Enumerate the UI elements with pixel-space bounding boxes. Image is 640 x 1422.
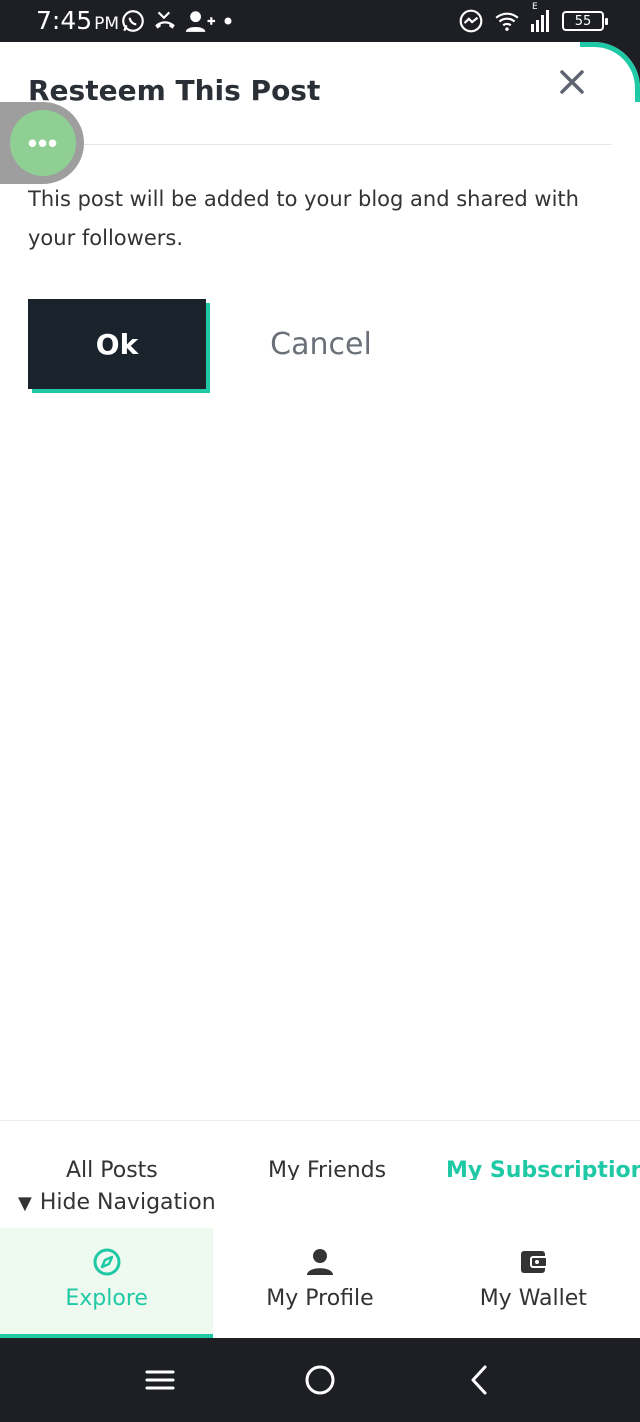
dot-icon xyxy=(224,17,232,25)
compass-icon xyxy=(93,1248,121,1276)
dialog-title: Resteem This Post xyxy=(28,74,321,107)
dialog-message: This post will be added to your blog and… xyxy=(28,187,579,250)
notification-icons xyxy=(120,8,232,34)
wallet-icon xyxy=(521,1251,549,1273)
add-contact-icon xyxy=(185,11,216,32)
more-horizontal-icon: ••• xyxy=(10,110,76,176)
signal-icon: E xyxy=(530,2,552,34)
battery-level: 55 xyxy=(574,13,592,29)
bottom-navigation: Explore My Profile My Wallet xyxy=(0,1228,640,1338)
home-button[interactable] xyxy=(302,1362,338,1398)
close-icon xyxy=(560,70,584,94)
tab-my-friends[interactable]: My Friends xyxy=(268,1158,386,1180)
nav-item-my-wallet[interactable]: My Wallet xyxy=(427,1228,640,1338)
messenger-icon xyxy=(459,9,483,33)
recent-apps-button[interactable] xyxy=(142,1362,178,1398)
wifi-icon xyxy=(495,12,519,31)
close-button[interactable] xyxy=(556,66,588,98)
system-icons: E 55 xyxy=(458,2,608,34)
tab-all-posts[interactable]: All Posts xyxy=(66,1158,158,1180)
tab-my-subscriptions[interactable]: My Subscriptions xyxy=(446,1158,640,1180)
nav-label-explore: Explore xyxy=(65,1286,148,1311)
feed-tabs: All Posts My Friends My Subscriptions xyxy=(0,1154,640,1180)
floating-menu-button[interactable]: ••• xyxy=(0,102,84,184)
back-chevron-icon xyxy=(471,1365,487,1395)
hide-navigation-toggle[interactable]: ▼ Hide Navigation xyxy=(18,1190,216,1215)
nav-label-my-profile: My Profile xyxy=(266,1286,374,1311)
nav-divider xyxy=(0,1120,640,1121)
cancel-button[interactable]: Cancel xyxy=(232,299,410,389)
triangle-down-icon: ▼ xyxy=(18,1193,32,1214)
missed-call-icon xyxy=(155,11,175,29)
user-icon xyxy=(306,1249,333,1275)
nav-label-my-wallet: My Wallet xyxy=(479,1286,587,1311)
home-circle-icon xyxy=(305,1365,335,1395)
ok-button[interactable]: Ok xyxy=(28,299,206,389)
battery-indicator: 55 xyxy=(562,11,608,31)
hide-navigation-label: Hide Navigation xyxy=(39,1190,216,1215)
status-time-value: 7:45 xyxy=(36,6,93,35)
status-time: 7:45 PM xyxy=(36,6,119,35)
nav-item-my-profile[interactable]: My Profile xyxy=(213,1228,426,1338)
nav-item-explore[interactable]: Explore xyxy=(0,1228,214,1338)
menu-icon xyxy=(145,1370,175,1390)
status-time-ampm: PM xyxy=(94,14,120,34)
title-divider xyxy=(28,144,612,145)
status-bar: 7:45 PM E 55 xyxy=(0,0,640,42)
whatsapp-icon xyxy=(122,10,144,32)
system-navigation-bar xyxy=(0,1338,640,1422)
resteem-dialog: Resteem This Post This post will be adde… xyxy=(0,42,640,1338)
back-button[interactable] xyxy=(462,1362,498,1398)
